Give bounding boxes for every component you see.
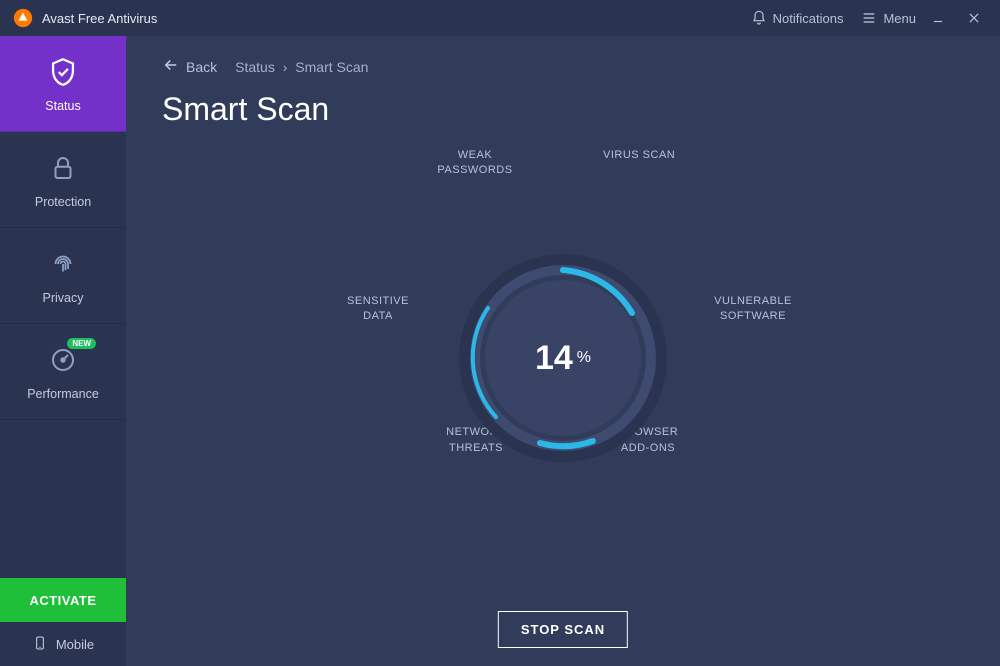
- notifications-button[interactable]: Notifications: [751, 10, 844, 26]
- sidebar-item-label: Privacy: [43, 291, 84, 305]
- activate-button[interactable]: ACTIVATE: [0, 578, 126, 622]
- scan-label-sensitive-data: SENSITIVE DATA: [333, 294, 423, 325]
- fingerprint-icon: [48, 247, 78, 281]
- menu-icon: [861, 10, 877, 26]
- close-button[interactable]: [960, 4, 988, 32]
- sidebar-item-label: Protection: [35, 195, 91, 209]
- progress-unit: %: [577, 349, 591, 367]
- menu-label: Menu: [883, 11, 916, 26]
- sidebar-item-label: Status: [45, 99, 80, 113]
- progress-value: 14 %: [458, 253, 668, 463]
- new-badge: NEW: [67, 338, 96, 349]
- main-content: Back Status › Smart Scan Smart Scan VIRU…: [126, 36, 1000, 666]
- progress-ring: 14 %: [458, 253, 668, 463]
- sidebar-item-privacy[interactable]: Privacy: [0, 228, 126, 324]
- back-label: Back: [186, 59, 217, 75]
- sidebar-item-mobile[interactable]: Mobile: [0, 622, 126, 666]
- mobile-label: Mobile: [56, 637, 94, 652]
- stop-scan-button[interactable]: STOP SCAN: [498, 611, 628, 648]
- mobile-icon: [32, 635, 48, 654]
- lock-icon: [48, 151, 78, 185]
- progress-number: 14: [535, 339, 573, 378]
- sidebar-item-status[interactable]: Status: [0, 36, 126, 132]
- scan-label-vulnerable-software: VULNERABLE SOFTWARE: [703, 294, 803, 325]
- chevron-right-icon: ›: [283, 59, 288, 75]
- sidebar-item-protection[interactable]: Protection: [0, 132, 126, 228]
- menu-button[interactable]: Menu: [861, 10, 916, 26]
- avast-logo-icon: [12, 7, 34, 29]
- scan-area: VIRUS SCAN VULNERABLE SOFTWARE BROWSER A…: [162, 148, 964, 568]
- app-title: Avast Free Antivirus: [42, 11, 157, 26]
- notifications-label: Notifications: [773, 11, 844, 26]
- scan-label-weak-passwords: WEAK PASSWORDS: [425, 148, 525, 179]
- title-bar: Avast Free Antivirus Notifications Menu: [0, 0, 1000, 36]
- page-title: Smart Scan: [162, 91, 964, 128]
- back-button[interactable]: Back: [162, 56, 217, 77]
- bell-icon: [751, 10, 767, 26]
- breadcrumb-root[interactable]: Status: [235, 59, 275, 75]
- sidebar-item-label: Performance: [27, 387, 99, 401]
- scan-label-virus-scan: VIRUS SCAN: [603, 148, 675, 163]
- breadcrumb: Status › Smart Scan: [235, 59, 368, 75]
- sidebar-item-performance[interactable]: NEW Performance: [0, 324, 126, 420]
- minimize-button[interactable]: [924, 4, 952, 32]
- arrow-left-icon: [162, 56, 180, 77]
- breadcrumb-current: Smart Scan: [295, 59, 368, 75]
- shield-check-icon: [46, 55, 80, 89]
- sidebar: Status Protection Privacy NEW Performanc…: [0, 36, 126, 666]
